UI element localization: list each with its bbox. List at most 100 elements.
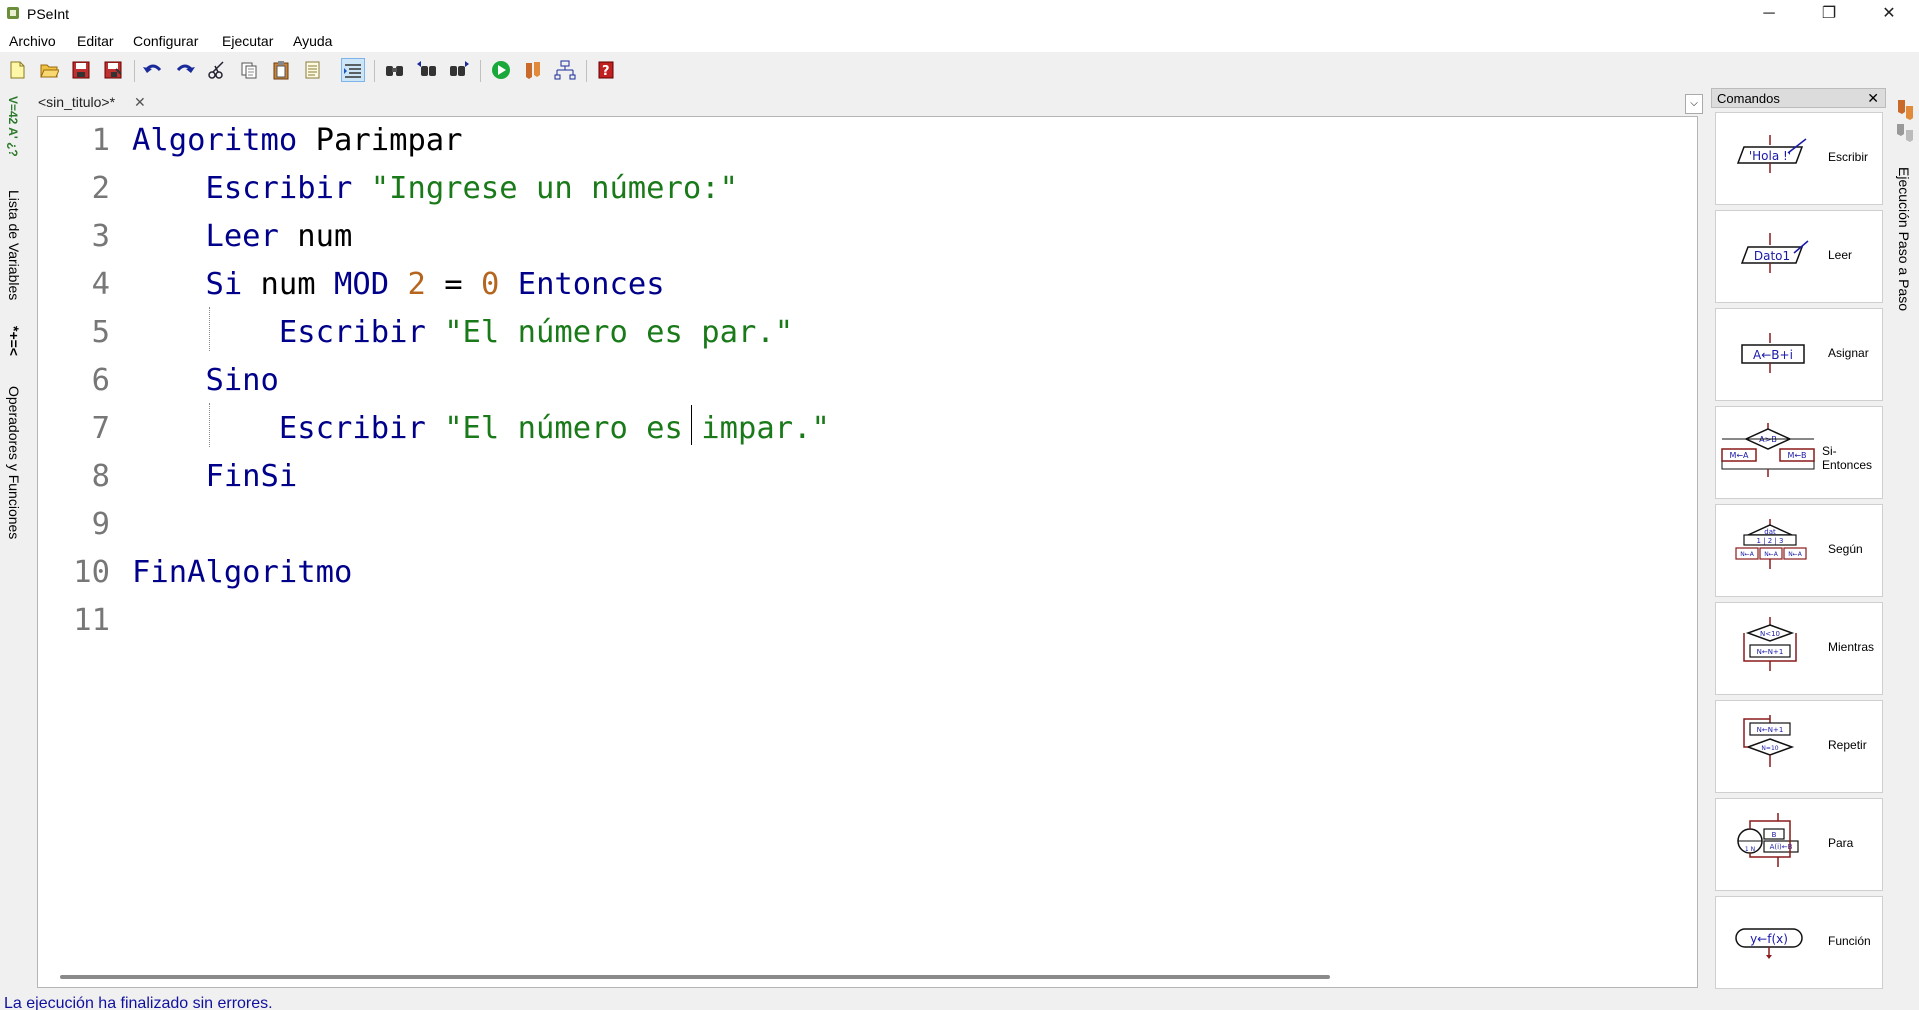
command-escribir[interactable]: 'Hola !' Escribir xyxy=(1715,112,1883,205)
command-segun[interactable]: dat 1 | 2 | 3 N←A N←A N←A Según xyxy=(1715,504,1883,597)
right-side-panel: Ejecución Paso a Paso xyxy=(1888,92,1919,392)
code-token: FinSi xyxy=(132,459,298,494)
code-line[interactable]: 5 Escribir "El número es par." xyxy=(38,315,1538,363)
code-token: Sino xyxy=(132,363,279,398)
tab-sin-titulo[interactable]: <sin_titulo>* xyxy=(38,94,115,114)
menu-configurar[interactable]: Configurar xyxy=(133,33,198,49)
commands-panel-close-icon[interactable]: ✕ xyxy=(1867,90,1879,107)
line-number: 1 xyxy=(91,123,110,158)
command-funcion[interactable]: y←f(x) Función xyxy=(1715,896,1883,989)
status-message: La ejecución ha finalizado sin errores. xyxy=(4,995,273,1010)
code-text: Si num MOD 2 = 0 Entonces xyxy=(132,267,664,302)
command-leer[interactable]: Dato1 Leer xyxy=(1715,210,1883,303)
toolbar-separator xyxy=(374,60,375,82)
code-line[interactable]: 1 Algoritmo Parimpar xyxy=(38,123,1538,171)
svg-text:N←A: N←A xyxy=(1788,551,1803,558)
command-asignar[interactable]: A←B+i Asignar xyxy=(1715,308,1883,401)
code-text: FinAlgoritmo xyxy=(132,555,352,590)
find-icon[interactable] xyxy=(383,58,407,82)
svg-text:B: B xyxy=(1772,831,1777,839)
redo-icon[interactable] xyxy=(173,58,197,82)
maximize-button[interactable]: ❐ xyxy=(1806,0,1852,28)
code-line[interactable]: 2 Escribir "Ingrese un número:" xyxy=(38,171,1538,219)
svg-text:N←N+1: N←N+1 xyxy=(1757,648,1784,656)
code-line[interactable]: 8 FinSi xyxy=(38,459,1538,507)
close-window-button[interactable]: ✕ xyxy=(1866,0,1912,28)
repetir-icon-text: N←N+1 xyxy=(1757,726,1784,734)
menu-bar: Archivo Editar Configurar Ejecutar Ayuda xyxy=(0,28,1919,52)
code-token: MOD xyxy=(334,267,390,302)
code-line[interactable]: 9 xyxy=(38,507,1538,555)
save-as-icon[interactable] xyxy=(101,58,125,82)
code-line[interactable]: 7 Escribir "El número es impar." xyxy=(38,411,1538,459)
indent-icon[interactable] xyxy=(341,58,365,82)
commands-panel-title: Comandos xyxy=(1717,91,1780,106)
line-number: 8 xyxy=(91,459,110,494)
run-icon[interactable] xyxy=(489,58,513,82)
cut-icon[interactable] xyxy=(205,58,229,82)
variables-tab-glyphs[interactable]: V=42 A' ¿? xyxy=(6,96,20,157)
menu-ayuda[interactable]: Ayuda xyxy=(293,33,332,49)
svg-text:N←A: N←A xyxy=(1764,551,1779,558)
code-token: Algoritmo xyxy=(132,123,298,158)
tab-close-icon[interactable]: ✕ xyxy=(134,94,146,111)
toolbar: ? xyxy=(0,52,1919,88)
code-token: 2 xyxy=(407,267,426,302)
code-token: "El número es impar." xyxy=(444,411,830,446)
variables-list-tab[interactable]: Lista de Variables xyxy=(6,190,22,300)
undo-icon[interactable] xyxy=(141,58,165,82)
funcion-icon-text: y←f(x) xyxy=(1750,932,1788,946)
command-label: Según xyxy=(1828,542,1863,556)
horizontal-scrollbar[interactable] xyxy=(60,975,1330,979)
paste-icon[interactable] xyxy=(269,58,293,82)
menu-archivo[interactable]: Archivo xyxy=(9,33,56,49)
mientras-flowchart-icon: N<10 N←N+1 xyxy=(1743,617,1797,671)
mientras-icon-text: N<10 xyxy=(1760,630,1780,638)
code-token: "El número es par." xyxy=(444,315,794,350)
command-repetir[interactable]: N←N+1 N=10 Repetir xyxy=(1715,700,1883,793)
save-icon[interactable] xyxy=(69,58,93,82)
command-label: Para xyxy=(1828,836,1854,850)
escribir-icon-text: 'Hola !' xyxy=(1749,149,1791,163)
code-token: Escribir xyxy=(132,411,426,446)
code-line[interactable]: 6 Sino xyxy=(38,363,1538,411)
footsteps-icon[interactable] xyxy=(1894,98,1916,158)
minimize-button[interactable]: ─ xyxy=(1746,0,1792,28)
command-label: Asignar xyxy=(1828,346,1869,360)
tab-list-dropdown-icon[interactable]: ⌵ xyxy=(1685,94,1703,114)
escribir-flowchart-icon: 'Hola !' xyxy=(1736,135,1807,173)
command-si-entonces[interactable]: A>B M←A M←B Si-Entonces xyxy=(1715,406,1883,499)
menu-editar[interactable]: Editar xyxy=(77,33,114,49)
step-by-step-icon[interactable] xyxy=(521,58,545,82)
command-mientras[interactable]: N<10 N←N+1 Mientras xyxy=(1715,602,1883,695)
svg-text:N←A: N←A xyxy=(1740,551,1755,558)
code-editor[interactable]: 1 Algoritmo Parimpar 2 Escribir "Ingrese u… xyxy=(37,116,1698,988)
code-line[interactable]: 11 xyxy=(38,603,1538,651)
copy-icon[interactable] xyxy=(237,58,261,82)
code-line[interactable]: 4 Si num MOD 2 = 0 Entonces xyxy=(38,267,1538,315)
help-icon[interactable]: ? xyxy=(595,58,619,82)
flowchart-icon[interactable] xyxy=(553,58,577,82)
code-text: Escribir "El número es par." xyxy=(132,315,793,350)
code-line[interactable]: 3 Leer num xyxy=(38,219,1538,267)
find-next-icon[interactable] xyxy=(447,58,471,82)
code-text: Escribir "Ingrese un número:" xyxy=(132,171,738,206)
leer-flowchart-icon: Dato1 xyxy=(1740,233,1809,273)
find-previous-icon[interactable] xyxy=(415,58,439,82)
line-number: 10 xyxy=(73,555,110,590)
open-folder-icon[interactable] xyxy=(37,58,61,82)
operators-functions-tab[interactable]: Operadores y Funciones xyxy=(6,386,22,539)
code-line[interactable]: 10 FinAlgoritmo xyxy=(38,555,1538,603)
menu-ejecutar[interactable]: Ejecutar xyxy=(222,33,273,49)
new-file-icon[interactable] xyxy=(5,58,29,82)
command-para[interactable]: 1 N B A(i)←B Para xyxy=(1715,798,1883,891)
operators-tab-glyphs[interactable]: *+=< xyxy=(6,326,22,356)
edit-icon[interactable] xyxy=(301,58,325,82)
step-by-step-tab[interactable]: Ejecución Paso a Paso xyxy=(1896,167,1912,311)
code-token: Si xyxy=(132,267,243,302)
line-number: 6 xyxy=(91,363,110,398)
